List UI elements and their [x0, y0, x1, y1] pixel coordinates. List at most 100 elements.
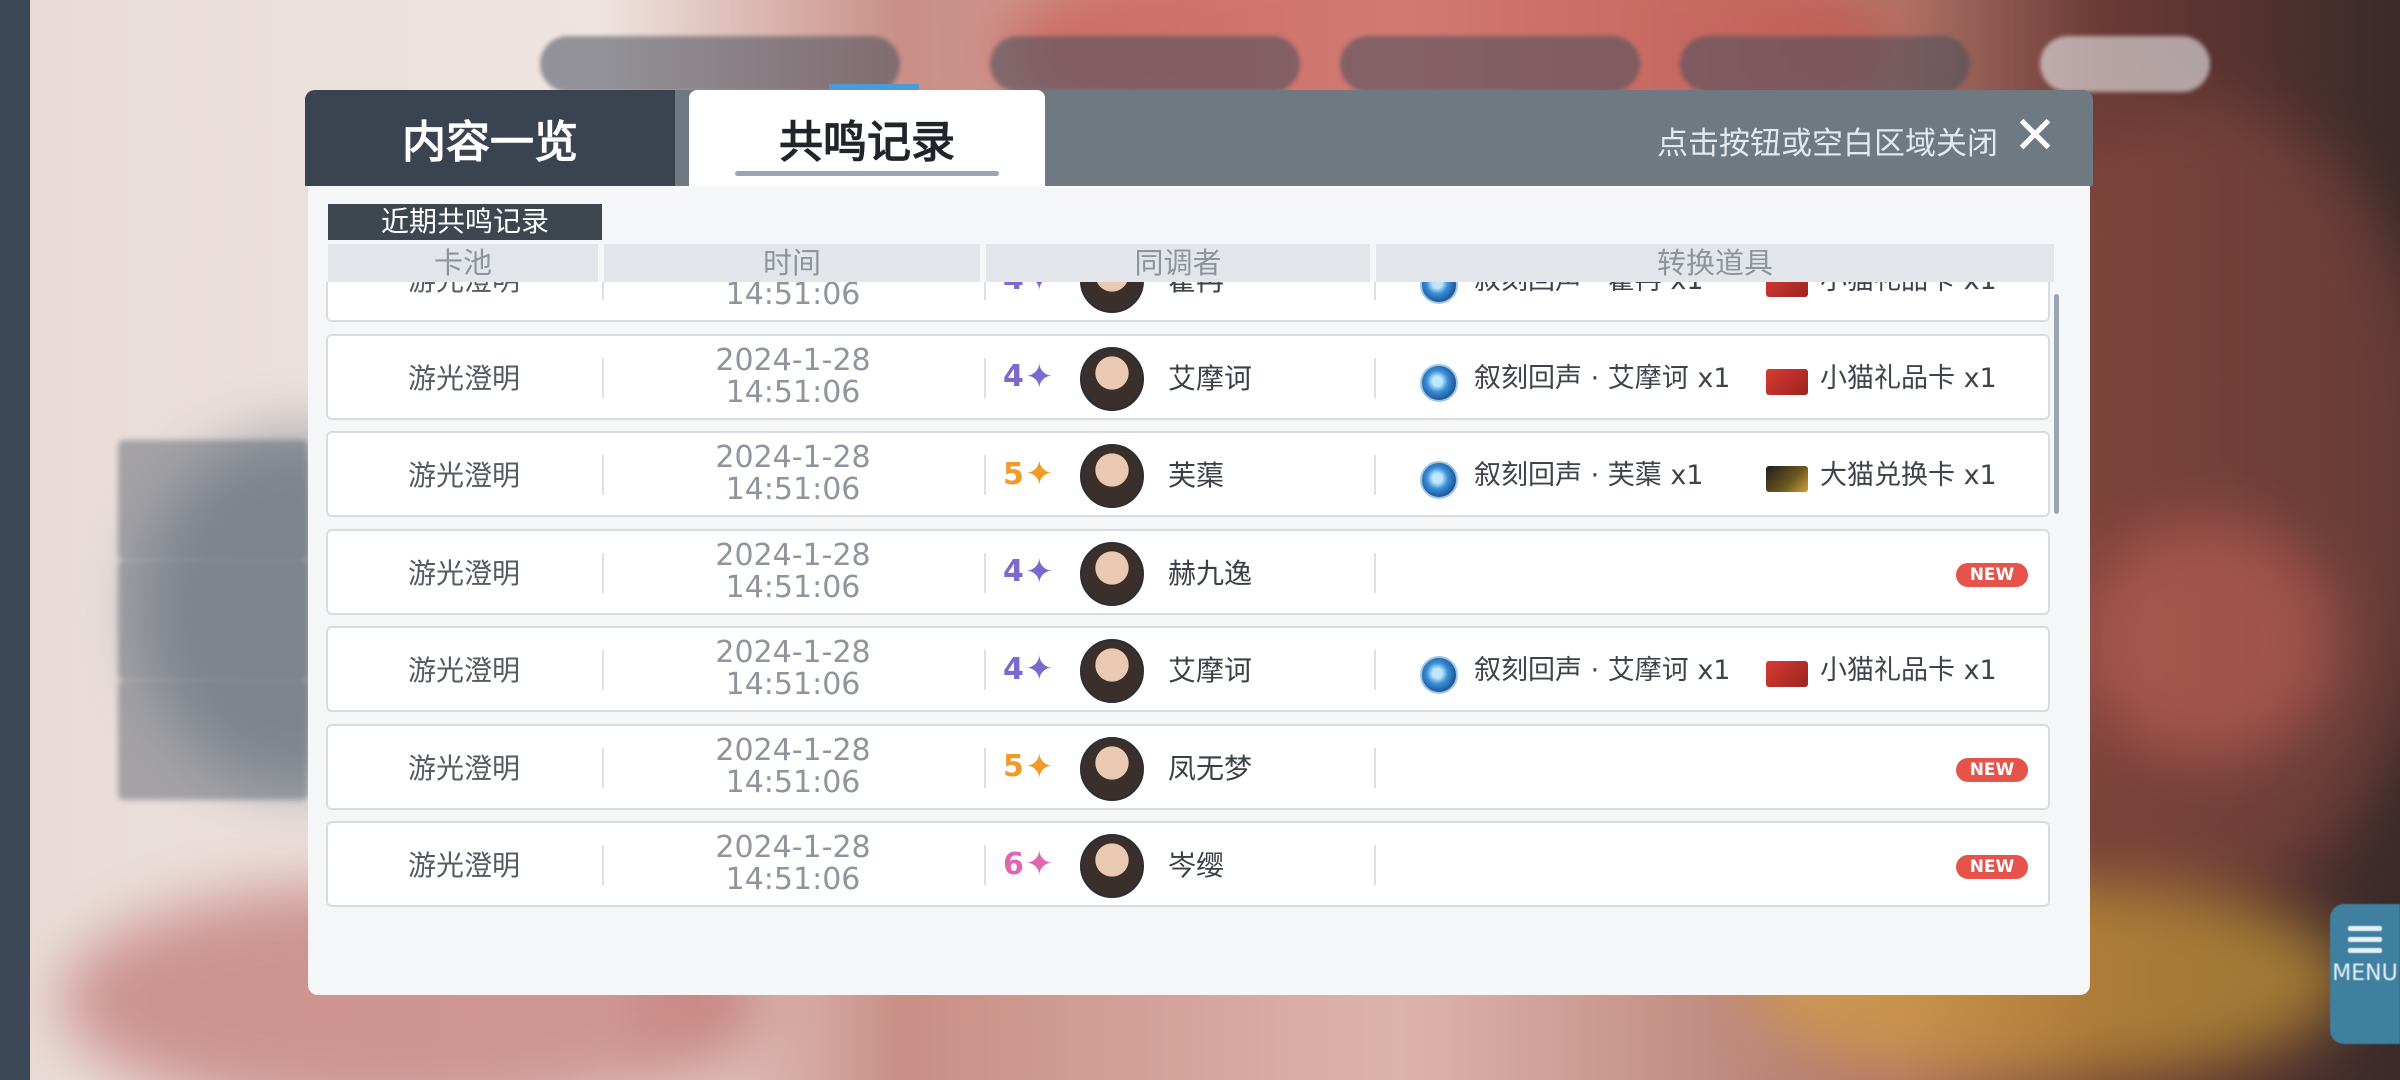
divider	[1374, 455, 1376, 495]
gold-card-icon	[1766, 466, 1808, 492]
pool-name: 游光澄明	[407, 654, 520, 687]
record-time-text: 14:51:06	[725, 374, 861, 410]
converted-items: 叙刻回声 · 芙蕖 x1 大猫兑换卡 x1	[1394, 433, 2052, 515]
character-name: 霍冉	[1168, 282, 1224, 320]
record-row: 游光澄明 2024-1-28 14:51:06 4 ✦ 艾摩诃 叙刻回声 · 艾摩诃 x1 小…	[326, 333, 2052, 420]
character-name: 凤无梦	[1168, 751, 1253, 785]
item-card: 小猫礼品卡 x1	[1820, 362, 1997, 394]
hamburger-icon	[2348, 926, 2382, 953]
close-icon[interactable]: ✕	[2011, 110, 2059, 162]
rarity: 4✦	[1003, 336, 1063, 418]
star-icon: ✦	[1025, 844, 1054, 884]
record-row: 游光澄明 2024-1-28 14:51:06 5 ✦ 芙蕖 叙刻回声 · 芙蕖 x1 大猫兑…	[326, 431, 2050, 517]
item-echo: 叙刻回声 · 霍冉 x1	[1474, 282, 1704, 324]
converted-items: NEW	[1394, 531, 2052, 613]
resource-bar	[540, 36, 2270, 98]
record-row: 游光澄明 2024-1-28 14:51:06 4 ✦ 赫九逸 NEW	[326, 528, 2052, 615]
active-tab-underline	[735, 171, 999, 176]
divider	[984, 845, 986, 885]
dialog-body: 近期共鸣记录 卡池 时间 同调者 转换道具 游光澄明2024-1-2814:51…	[308, 186, 2090, 995]
pool-name: 游光澄明	[407, 849, 520, 882]
item-echo: 叙刻回声 · 艾摩诃 x1	[1474, 362, 1731, 394]
divider	[984, 552, 986, 593]
tab-resonance-record-label: 共鸣记录	[779, 117, 955, 168]
character-avatar	[1080, 541, 1144, 606]
red-card-icon	[1766, 368, 1808, 395]
record-time-text: 14:51:06	[725, 282, 861, 312]
record-row: 游光澄明 2024-1-28 14:51:06 5 ✦ 凤无梦 NEW	[326, 723, 2052, 810]
item-card: 小猫礼品卡 x1	[1820, 282, 1997, 324]
pool-name: 游光澄明	[407, 459, 520, 492]
rarity-number: 4	[1003, 554, 1024, 589]
record-time-text: 14:51:06	[725, 667, 861, 702]
rarity-number: 5	[1003, 749, 1024, 784]
converted-items: NEW	[1394, 823, 2052, 905]
converted-items: 叙刻回声 · 霍冉 x1小猫礼品卡 x1	[1394, 282, 2052, 320]
divider	[1374, 552, 1376, 593]
pool-name: 游光澄明	[407, 556, 520, 590]
divider	[984, 747, 986, 788]
item-echo: 叙刻回声 · 艾摩诃 x1	[1474, 655, 1731, 686]
tab-content-overview[interactable]: 内容一览	[305, 90, 675, 186]
star-icon: ✦	[1025, 282, 1054, 299]
menu-label: MENU	[2332, 961, 2398, 986]
record-row: 游光澄明 2024-1-28 14:51:06 6 ✦ 岑缨 NEW	[326, 821, 2050, 907]
record-time: 2024-1-2814:51:06	[604, 336, 982, 418]
new-badge: NEW	[1956, 562, 2028, 587]
close-hint: 点击按钮或空白区域关闭	[1657, 126, 1998, 162]
gacha-record-dialog: 内容一览 共鸣记录 点击按钮或空白区域关闭 ✕ 近期共鸣记录 卡池 时间 同调者…	[305, 84, 2093, 995]
star-icon: ✦	[1025, 551, 1054, 592]
record-list[interactable]: 游光澄明2024-1-2814:51:064✦霍冉叙刻回声 · 霍冉 x1小猫礼…	[326, 282, 2052, 932]
tab-resonance-record[interactable]: 共鸣记录	[689, 84, 1045, 186]
column-header-pool: 卡池	[328, 244, 598, 282]
rarity-number: 6	[1003, 846, 1024, 882]
red-card-icon	[1766, 282, 1808, 297]
record-time-text: 14:51:06	[725, 472, 861, 507]
divider	[1374, 650, 1376, 690]
echo-orb-icon	[1420, 656, 1458, 694]
character-avatar	[1080, 834, 1144, 898]
rarity: 5 ✦	[1003, 433, 1063, 515]
converted-items: 叙刻回声 · 艾摩诃 x1 小猫礼品卡 x1	[1394, 336, 2052, 418]
menu-button[interactable]: MENU	[2330, 904, 2400, 1044]
divider	[984, 357, 986, 398]
record-time: 2024-1-2814:51:06	[604, 531, 982, 613]
record-time-text: 14:51:06	[725, 764, 861, 800]
record-date-text: 2024-1-28	[715, 440, 871, 475]
record-time-text: 14:51:06	[725, 569, 861, 605]
record-date-text: 2024-1-28	[715, 342, 871, 378]
echo-orb-icon	[1420, 363, 1458, 402]
red-card-icon	[1766, 661, 1808, 687]
rarity-number: 4	[1003, 282, 1024, 297]
active-tab-marker	[829, 84, 919, 90]
character-name: 艾摩诃	[1168, 361, 1253, 395]
scrollbar[interactable]	[2054, 294, 2059, 514]
star-icon: ✦	[1025, 356, 1054, 397]
character-avatar	[1080, 346, 1144, 411]
record-time: 2024-1-2814:51:06	[604, 433, 982, 515]
character-name: 岑缨	[1168, 849, 1225, 882]
converted-items: NEW	[1394, 726, 2052, 808]
record-date-text: 2024-1-28	[715, 537, 871, 573]
rarity-number: 4	[1003, 359, 1024, 394]
character-name: 艾摩诃	[1168, 654, 1253, 687]
rarity: 4✦	[1003, 282, 1063, 320]
character-avatar	[1080, 282, 1144, 313]
character-avatar	[1080, 639, 1144, 703]
echo-orb-icon	[1420, 282, 1458, 304]
rarity: 4✦	[1003, 628, 1063, 710]
record-row: 游光澄明 2024-1-28 14:51:06 4 ✦ 艾摩诃 叙刻回声 · 艾摩诃 x1 小…	[326, 626, 2050, 712]
record-row: 游光澄明2024-1-2814:51:064✦霍冉叙刻回声 · 霍冉 x1小猫礼…	[326, 282, 2050, 322]
record-date-text: 2024-1-28	[715, 732, 871, 768]
star-icon: ✦	[1025, 454, 1054, 494]
record-date-text: 2024-1-28	[715, 830, 871, 865]
new-badge: NEW	[1956, 757, 2028, 782]
item-echo: 叙刻回声 · 芙蕖 x1	[1474, 460, 1704, 491]
divider	[984, 650, 986, 690]
character-avatar	[1080, 444, 1144, 508]
divider	[984, 455, 986, 495]
pool-name: 游光澄明	[407, 751, 520, 785]
record-time: 2024-1-2814:51:06	[604, 628, 982, 710]
section-label: 近期共鸣记录	[328, 204, 602, 240]
column-header-time: 时间	[604, 244, 980, 282]
